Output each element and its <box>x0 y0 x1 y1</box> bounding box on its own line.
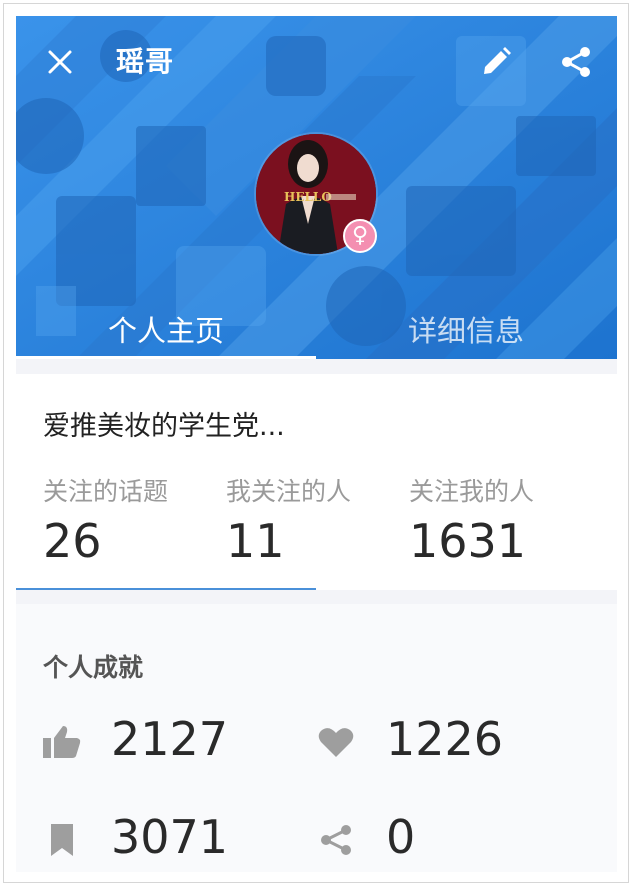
gender-badge: ♀ <box>343 219 377 253</box>
profile-header: 瑶哥 HELLO ♀ 个人主页 详细信息 <box>16 16 617 359</box>
stat-label: 我关注的人 <box>226 477 352 506</box>
profile-bio: 爱推美妆的学生党... <box>43 411 285 442</box>
share-icon <box>316 820 356 860</box>
achievements-card: 个人成就 2127 1226 3071 0 <box>16 604 617 872</box>
favorites-count: 1226 <box>386 712 504 766</box>
close-button[interactable] <box>40 42 80 82</box>
avatar-text: HELLO <box>284 190 332 204</box>
stat-value: 1631 <box>409 514 527 568</box>
tab-indicator <box>16 356 316 359</box>
stat-value: 11 <box>226 514 285 568</box>
share-icon <box>562 47 590 77</box>
bookmarks-count: 3071 <box>111 810 229 864</box>
profile-tabs: 个人主页 详细信息 <box>16 299 617 359</box>
section-accent-line <box>16 588 316 590</box>
tab-profile-home[interactable]: 个人主页 <box>16 299 316 359</box>
profile-screen: 瑶哥 HELLO ♀ 个人主页 详细信息 爱推美妆的学生党... 关注的话题 2… <box>16 16 617 872</box>
tab-details[interactable]: 详细信息 <box>316 299 616 359</box>
top-app-bar: 瑶哥 <box>16 34 617 90</box>
shares-count: 0 <box>386 810 416 864</box>
stat-value: 26 <box>43 514 102 568</box>
pencil-icon <box>484 47 511 74</box>
profile-summary-card: 爱推美妆的学生党... 关注的话题 26 我关注的人 11 关注我的人 1631 <box>16 374 617 590</box>
close-icon <box>48 50 72 74</box>
heart-icon <box>316 722 356 762</box>
likes-count: 2127 <box>111 712 229 766</box>
female-icon: ♀ <box>351 223 369 248</box>
stat-label: 关注的话题 <box>43 477 169 506</box>
stat-label: 关注我的人 <box>409 477 535 506</box>
profile-title: 瑶哥 <box>116 45 175 78</box>
achievements-title: 个人成就 <box>43 653 144 682</box>
share-button[interactable] <box>556 42 596 82</box>
thumbs-up-icon <box>42 722 82 762</box>
edit-button[interactable] <box>476 42 516 82</box>
bookmark-icon <box>42 820 82 860</box>
